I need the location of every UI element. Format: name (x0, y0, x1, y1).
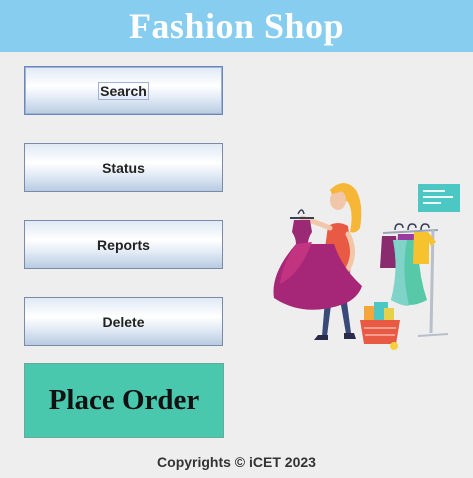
delete-button[interactable]: Delete (24, 297, 223, 346)
copyright-footer: Copyrights © iCET 2023 (157, 454, 316, 470)
shopping-basket-icon (360, 302, 400, 350)
status-button-label: Status (102, 159, 145, 176)
shopping-woman-illustration (273, 183, 460, 350)
search-button[interactable]: Search (24, 66, 223, 115)
reports-button-label: Reports (97, 236, 150, 253)
place-order-button[interactable]: Place Order (24, 363, 224, 438)
search-button-label: Search (98, 81, 149, 100)
title-bar: Fashion Shop (0, 0, 473, 52)
place-order-button-label: Place Order (48, 384, 200, 416)
delete-button-label: Delete (102, 313, 145, 330)
status-button[interactable]: Status (24, 143, 223, 192)
app-title: Fashion Shop (128, 6, 345, 46)
reports-button[interactable]: Reports (24, 220, 223, 269)
